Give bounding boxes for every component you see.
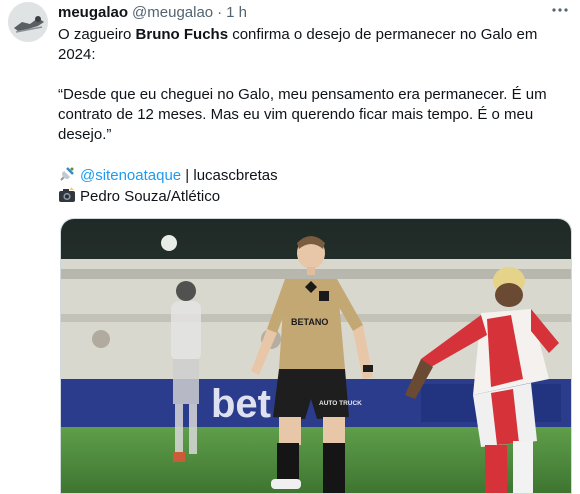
photo-credit: Pedro Souza/Atlético (80, 188, 221, 205)
user-handle[interactable]: @meugalao (132, 4, 213, 21)
separator-dot: · (217, 4, 223, 21)
satellite-antenna-icon (58, 165, 76, 183)
more-horizontal-icon[interactable] (548, 0, 572, 20)
intro-text: O zagueiro (58, 26, 136, 43)
shorts-sponsor: AUTO TRUCK (319, 400, 362, 407)
credit-rest: | lucascbretas (181, 167, 278, 184)
tweet-text: O zagueiro Bruno Fuchs confirma o desejo… (58, 25, 563, 207)
credit-link[interactable]: @sitenoataque (80, 167, 181, 184)
photo-credit-line: Pedro Souza/Atlético (58, 186, 563, 207)
board-text: bet (211, 382, 271, 426)
quote-paragraph: “Desde que eu cheguei no Galo, meu pensa… (58, 86, 547, 143)
tweet-header: meugalao @meugalao · 1 h (58, 4, 570, 24)
player-name: Bruno Fuchs (135, 26, 229, 43)
credit-line: @sitenoataque | lucascbretas (58, 165, 563, 186)
jersey-sponsor: BETANO (291, 317, 328, 327)
intro-paragraph: O zagueiro Bruno Fuchs confirma o desejo… (58, 25, 563, 65)
tweet-photo[interactable]: bet BETANO AUTO TRUCK (60, 218, 572, 494)
timestamp[interactable]: 1 h (226, 4, 247, 21)
avatar[interactable] (8, 2, 48, 42)
display-name[interactable]: meugalao (58, 4, 128, 21)
camera-flash-icon (58, 186, 76, 204)
